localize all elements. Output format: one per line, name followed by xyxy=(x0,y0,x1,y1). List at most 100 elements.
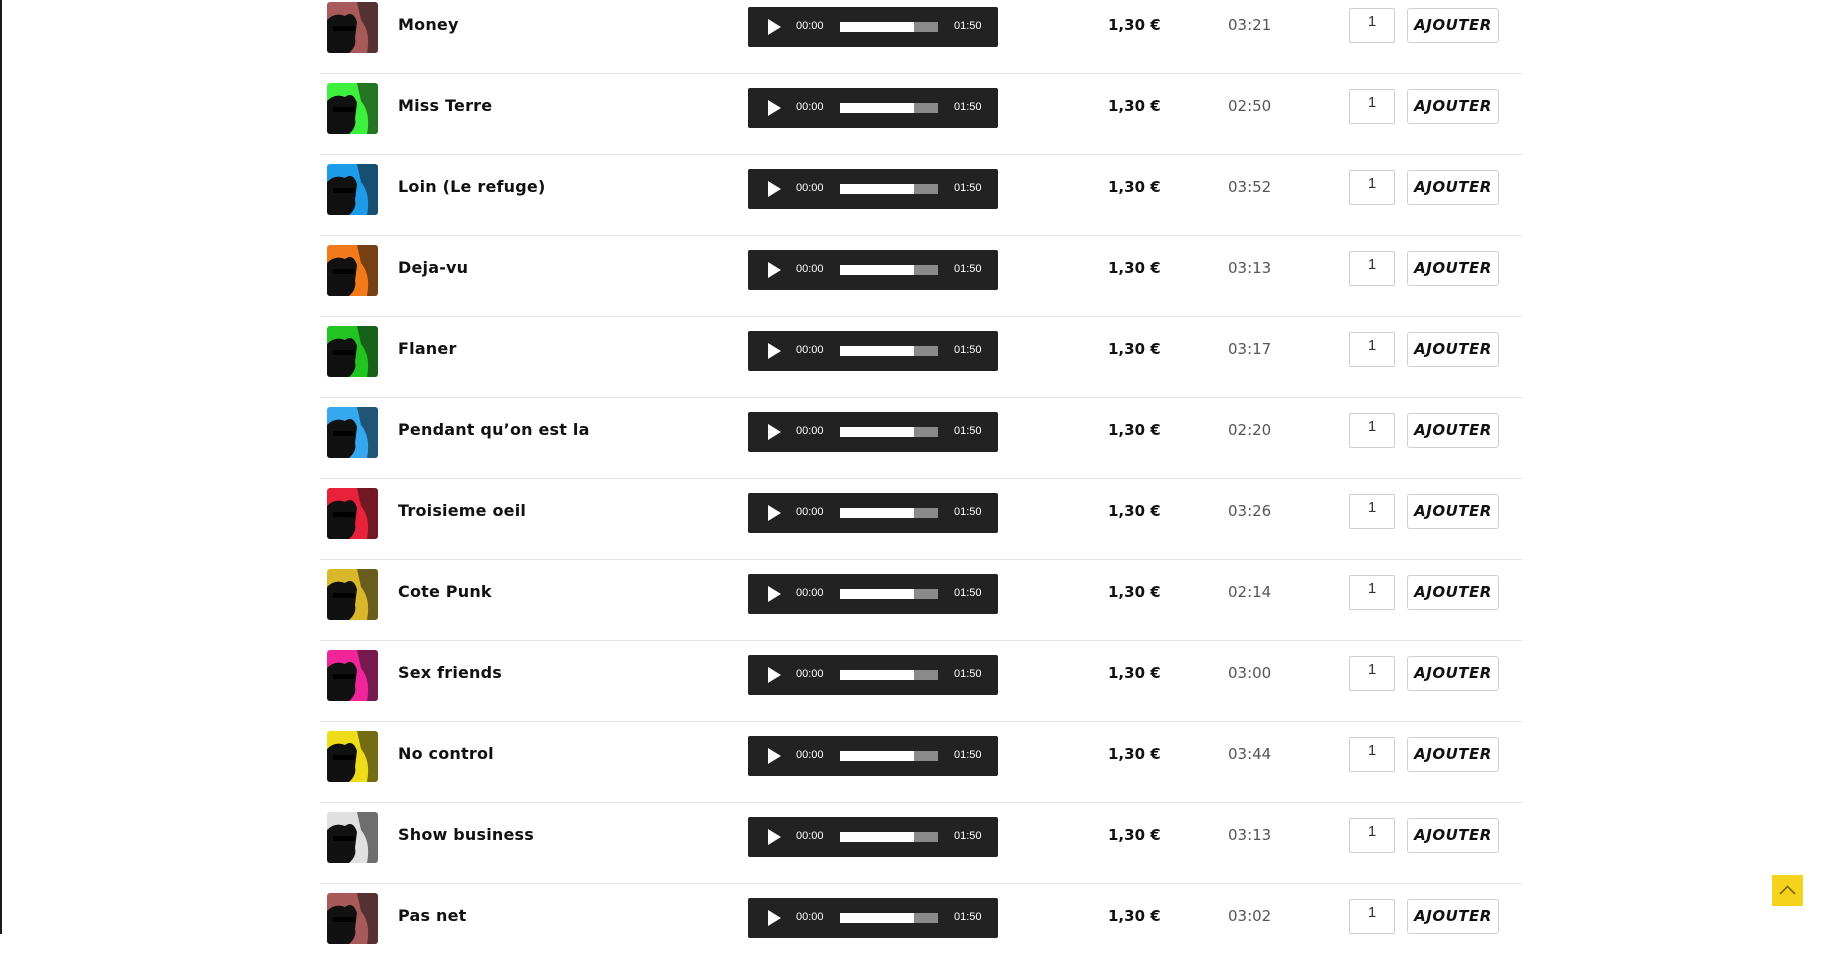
play-icon[interactable] xyxy=(764,17,784,37)
quantity-input[interactable] xyxy=(1349,170,1395,205)
album-cover-thumbnail[interactable] xyxy=(327,893,378,944)
play-icon[interactable] xyxy=(764,260,784,280)
scroll-to-top-button[interactable] xyxy=(1772,875,1803,906)
track-price: 1,30 € xyxy=(1108,745,1161,763)
track-row: Show business 00:00 01:50 1,30 € 03:13 A… xyxy=(320,803,1522,884)
seek-bar[interactable] xyxy=(840,508,938,518)
add-to-cart-button[interactable]: AJOUTER xyxy=(1407,494,1499,529)
quantity-input[interactable] xyxy=(1349,89,1395,124)
total-time: 01:50 xyxy=(954,20,982,32)
track-title: Pas net xyxy=(398,906,467,925)
play-icon[interactable] xyxy=(764,422,784,442)
add-to-cart-button[interactable]: AJOUTER xyxy=(1407,251,1499,286)
play-icon[interactable] xyxy=(764,179,784,199)
seek-bar-progress xyxy=(840,103,915,113)
album-cover-thumbnail[interactable] xyxy=(327,407,378,458)
audio-player: 00:00 01:50 xyxy=(748,250,998,290)
album-cover-thumbnail[interactable] xyxy=(327,569,378,620)
audio-player: 00:00 01:50 xyxy=(748,736,998,776)
play-icon[interactable] xyxy=(764,98,784,118)
quantity-input[interactable] xyxy=(1349,251,1395,286)
album-cover-thumbnail[interactable] xyxy=(327,731,378,782)
add-to-cart-button[interactable]: AJOUTER xyxy=(1407,332,1499,367)
add-to-cart-button[interactable]: AJOUTER xyxy=(1407,8,1499,43)
track-price: 1,30 € xyxy=(1108,664,1161,682)
track-row: Loin (Le refuge) 00:00 01:50 1,30 € 03:5… xyxy=(320,155,1522,236)
seek-bar[interactable] xyxy=(840,670,938,680)
album-cover-thumbnail[interactable] xyxy=(327,326,378,377)
play-icon[interactable] xyxy=(764,503,784,523)
add-to-cart-button[interactable]: AJOUTER xyxy=(1407,170,1499,205)
seek-bar[interactable] xyxy=(840,751,938,761)
current-time: 00:00 xyxy=(796,101,824,113)
add-to-cart-button[interactable]: AJOUTER xyxy=(1407,656,1499,691)
seek-bar[interactable] xyxy=(840,184,938,194)
album-cover-thumbnail[interactable] xyxy=(327,2,378,53)
add-to-cart-button[interactable]: AJOUTER xyxy=(1407,818,1499,853)
quantity-input[interactable] xyxy=(1349,656,1395,691)
quantity-input[interactable] xyxy=(1349,8,1395,43)
seek-bar[interactable] xyxy=(840,832,938,842)
audio-player: 00:00 01:50 xyxy=(748,169,998,209)
track-row: Cote Punk 00:00 01:50 1,30 € 02:14 AJOUT… xyxy=(320,560,1522,641)
track-title: Sex friends xyxy=(398,663,503,682)
play-icon[interactable] xyxy=(764,341,784,361)
play-icon[interactable] xyxy=(764,908,784,928)
seek-bar[interactable] xyxy=(840,913,938,923)
chevron-up-icon xyxy=(1779,885,1796,895)
seek-bar[interactable] xyxy=(840,427,938,437)
total-time: 01:50 xyxy=(954,425,982,437)
album-cover-thumbnail[interactable] xyxy=(327,164,378,215)
add-to-cart-button[interactable]: AJOUTER xyxy=(1407,89,1499,124)
quantity-input[interactable] xyxy=(1349,899,1395,934)
total-time: 01:50 xyxy=(954,344,982,356)
track-row: Pendant qu’on est la 00:00 01:50 1,30 € … xyxy=(320,398,1522,479)
total-time: 01:50 xyxy=(954,182,982,194)
album-cover-thumbnail[interactable] xyxy=(327,812,378,863)
album-cover-thumbnail[interactable] xyxy=(327,245,378,296)
quantity-input[interactable] xyxy=(1349,413,1395,448)
track-price: 1,30 € xyxy=(1108,97,1161,115)
track-duration: 02:50 xyxy=(1228,97,1272,115)
quantity-input[interactable] xyxy=(1349,737,1395,772)
current-time: 00:00 xyxy=(796,668,824,680)
seek-bar[interactable] xyxy=(840,103,938,113)
play-icon[interactable] xyxy=(764,746,784,766)
track-title: Deja-vu xyxy=(398,258,469,277)
track-row: Flaner 00:00 01:50 1,30 € 03:17 AJOUTER xyxy=(320,317,1522,398)
seek-bar-progress xyxy=(840,589,915,599)
seek-bar[interactable] xyxy=(840,589,938,599)
seek-bar-progress xyxy=(840,22,915,32)
total-time: 01:50 xyxy=(954,749,982,761)
current-time: 00:00 xyxy=(796,911,824,923)
track-row: Money 00:00 01:50 1,30 € 03:21 AJOUTER xyxy=(320,0,1522,74)
track-price: 1,30 € xyxy=(1108,16,1161,34)
album-cover-thumbnail[interactable] xyxy=(327,488,378,539)
quantity-input[interactable] xyxy=(1349,818,1395,853)
seek-bar[interactable] xyxy=(840,22,938,32)
track-duration: 03:13 xyxy=(1228,259,1272,277)
add-to-cart-button[interactable]: AJOUTER xyxy=(1407,737,1499,772)
track-title: Pendant qu’on est la xyxy=(398,420,590,439)
seek-bar[interactable] xyxy=(840,346,938,356)
album-cover-thumbnail[interactable] xyxy=(327,650,378,701)
add-to-cart-button[interactable]: AJOUTER xyxy=(1407,413,1499,448)
track-title: Flaner xyxy=(398,339,457,358)
seek-bar[interactable] xyxy=(840,265,938,275)
track-row: No control 00:00 01:50 1,30 € 03:44 AJOU… xyxy=(320,722,1522,803)
add-to-cart-button[interactable]: AJOUTER xyxy=(1407,575,1499,610)
play-icon[interactable] xyxy=(764,665,784,685)
quantity-input[interactable] xyxy=(1349,494,1395,529)
quantity-input[interactable] xyxy=(1349,575,1395,610)
play-icon[interactable] xyxy=(764,584,784,604)
track-title: Show business xyxy=(398,825,534,844)
track-price: 1,30 € xyxy=(1108,583,1161,601)
audio-player: 00:00 01:50 xyxy=(748,331,998,371)
add-to-cart-button[interactable]: AJOUTER xyxy=(1407,899,1499,934)
track-title: Cote Punk xyxy=(398,582,492,601)
track-duration: 03:13 xyxy=(1228,826,1272,844)
album-cover-thumbnail[interactable] xyxy=(327,83,378,134)
current-time: 00:00 xyxy=(796,263,824,275)
quantity-input[interactable] xyxy=(1349,332,1395,367)
play-icon[interactable] xyxy=(764,827,784,847)
